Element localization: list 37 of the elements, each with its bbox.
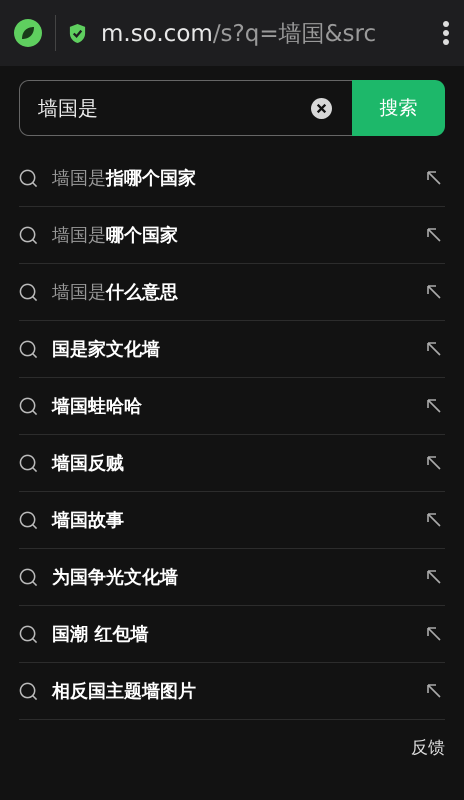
search-icon [19, 510, 38, 530]
fill-arrow-icon[interactable] [427, 228, 441, 242]
fill-arrow-icon[interactable] [427, 570, 441, 584]
suggestion-item[interactable]: 墙国是什么意思 [52, 280, 427, 304]
suggestion-item[interactable]: 为国争光文化墙 [52, 565, 427, 589]
search-icon [19, 454, 38, 472]
search-field[interactable]: 墙国是 [19, 80, 352, 136]
suggestion-item[interactable]: 墙国是指哪个国家 [52, 166, 427, 190]
search-icon [19, 682, 38, 700]
shield-check-icon [68, 22, 87, 44]
search-icon [19, 568, 38, 586]
search-icon [19, 282, 38, 302]
fill-arrow-icon[interactable] [427, 627, 441, 641]
search-icon [19, 396, 38, 416]
leaf-logo-icon[interactable] [14, 19, 42, 47]
clear-icon[interactable] [311, 98, 332, 118]
fill-arrow-icon[interactable] [427, 285, 441, 299]
fill-arrow-icon[interactable] [427, 342, 441, 356]
feedback-link[interactable]: 反馈 [411, 736, 445, 759]
more-menu-icon[interactable] [442, 20, 450, 46]
fill-arrow-icon[interactable] [427, 171, 441, 185]
suggestion-item[interactable]: 国是家文化墙 [52, 337, 427, 361]
suggestion-item[interactable]: 墙国故事 [52, 508, 427, 532]
suggestion-item[interactable]: 墙国蛙哈哈 [52, 394, 427, 418]
url-text[interactable]: m.so.com/s?q=墙国&src [101, 18, 436, 48]
search-icon [19, 226, 38, 244]
fill-arrow-icon[interactable] [427, 399, 441, 413]
search-icon [19, 340, 38, 358]
suggestion-item[interactable]: 墙国是哪个国家 [52, 223, 427, 247]
search-icon [19, 168, 38, 188]
fill-arrow-icon[interactable] [427, 513, 441, 527]
fill-arrow-icon[interactable] [427, 684, 441, 698]
suggestion-item[interactable]: 相反国主题墙图片 [52, 679, 427, 703]
suggestion-item[interactable]: 墙国反贼 [52, 451, 427, 475]
search-icon [19, 624, 38, 644]
suggestion-item[interactable]: 国潮 红包墙 [52, 622, 427, 646]
fill-arrow-icon[interactable] [427, 456, 441, 470]
